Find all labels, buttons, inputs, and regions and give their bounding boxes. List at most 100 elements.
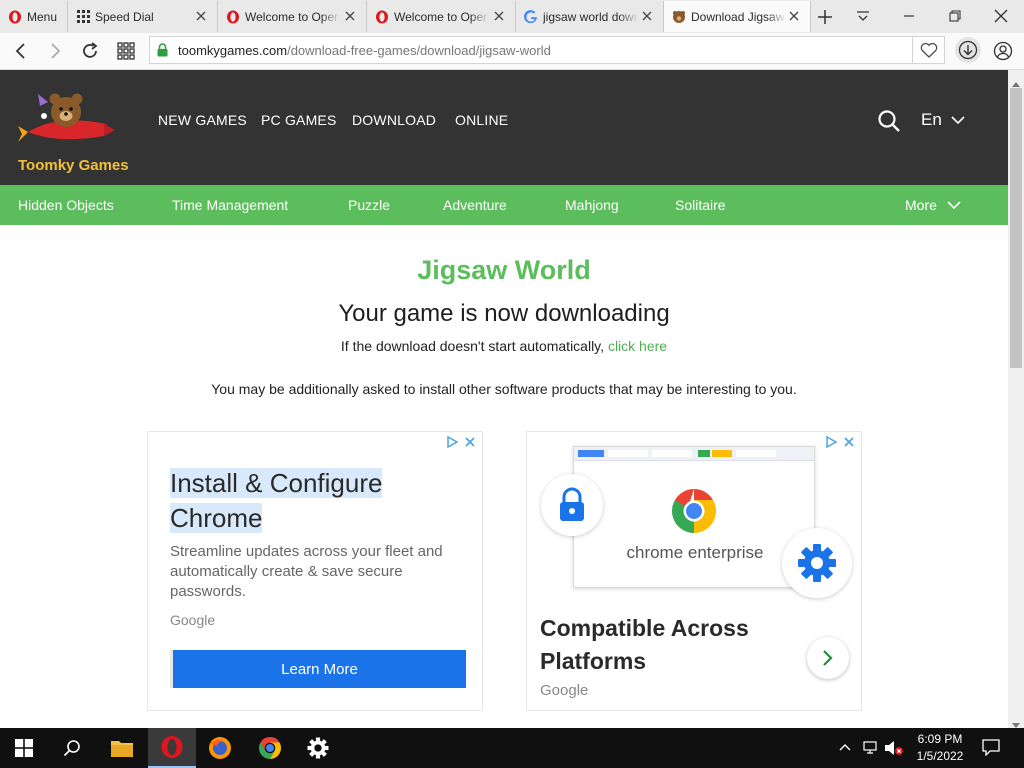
category-adventure[interactable]: Adventure xyxy=(443,197,507,213)
tab-menu-button[interactable] xyxy=(852,6,874,28)
teddy-rocket-logo-icon xyxy=(18,93,115,142)
downloads-button[interactable] xyxy=(955,37,981,63)
speed-dial-button[interactable] xyxy=(114,39,138,63)
category-more[interactable]: More xyxy=(905,197,961,213)
opera-logo-icon xyxy=(375,10,389,24)
ad-choices-icon xyxy=(826,436,837,448)
ad-advertiser: Google xyxy=(540,682,589,699)
minimize-button[interactable] xyxy=(886,0,932,32)
tab-title: Welcome to Opera xyxy=(394,9,489,24)
ad-choices-icon xyxy=(447,436,458,448)
ad-choices[interactable] xyxy=(825,436,855,448)
close-tab-icon[interactable] xyxy=(786,8,802,24)
new-tab-button[interactable] xyxy=(814,6,836,28)
opera-taskbar-button[interactable] xyxy=(148,728,196,768)
search-taskbar-button[interactable] xyxy=(48,728,96,768)
category-time-management[interactable]: Time Management xyxy=(172,197,288,213)
restore-icon xyxy=(949,10,961,22)
forward-arrow-icon xyxy=(51,43,61,59)
ad-title-line2: Chrome xyxy=(170,503,263,533)
show-hidden-icons-button[interactable] xyxy=(838,740,852,759)
file-explorer-button[interactable] xyxy=(98,728,146,768)
speed-dial-icon xyxy=(76,10,90,24)
url-path: /download-free-games/download/jigsaw-wor… xyxy=(287,42,551,58)
back-button[interactable] xyxy=(8,39,32,63)
chrome-logo-icon xyxy=(259,737,281,759)
lock-badge xyxy=(541,474,603,536)
site-search-button[interactable] xyxy=(876,108,902,134)
forward-button[interactable] xyxy=(44,39,68,63)
site-logo[interactable] xyxy=(18,84,128,154)
site-logo-text[interactable]: Toomky Games xyxy=(18,157,129,174)
settings-taskbar-button[interactable] xyxy=(294,728,342,768)
firefox-taskbar-button[interactable] xyxy=(196,728,244,768)
restore-button[interactable] xyxy=(932,0,978,32)
ad-next-button[interactable] xyxy=(807,637,849,679)
account-button[interactable] xyxy=(990,38,1016,64)
gear-icon xyxy=(307,737,329,759)
tab-welcome-opera-1[interactable]: Welcome to Opera xyxy=(218,1,367,32)
notice-text: You may be additionally asked to install… xyxy=(211,381,797,397)
ad-body: Streamline updates across your fleet and… xyxy=(170,543,443,600)
notification-icon xyxy=(982,739,1000,757)
teddy-favicon-icon xyxy=(672,10,686,24)
chrome-taskbar-button[interactable] xyxy=(246,728,294,768)
category-puzzle[interactable]: Puzzle xyxy=(348,197,390,213)
ad-choices[interactable] xyxy=(446,436,476,448)
user-icon xyxy=(993,41,1013,61)
tab-welcome-opera-2[interactable]: Welcome to Opera xyxy=(367,1,516,32)
chevron-down-icon xyxy=(951,115,965,124)
opera-logo-icon xyxy=(161,736,183,758)
chrome-logo-icon xyxy=(670,487,718,540)
network-icon xyxy=(863,741,877,754)
tab-download-jigsaw-world[interactable]: Download Jigsaw World xyxy=(664,1,811,32)
clock[interactable]: 6:09 PM 1/5/2022 xyxy=(910,731,970,765)
ad-chrome-enterprise[interactable]: chrome enterprise Compatible Across Plat… xyxy=(526,431,862,711)
clock-time: 6:09 PM xyxy=(917,732,963,746)
opera-logo-icon xyxy=(226,10,240,24)
download-icon xyxy=(958,40,978,60)
nav-download[interactable]: DOWNLOAD xyxy=(352,112,436,128)
nav-new-games[interactable]: NEW GAMES xyxy=(158,112,247,128)
category-hidden-objects[interactable]: Hidden Objects xyxy=(18,197,114,213)
bookmark-button[interactable] xyxy=(913,36,945,64)
lock-icon xyxy=(157,43,168,57)
chevron-down-icon xyxy=(947,200,961,209)
network-tray-button[interactable] xyxy=(862,740,880,761)
scroll-thumb[interactable] xyxy=(1010,88,1022,368)
close-tab-icon[interactable] xyxy=(639,8,655,24)
volume-tray-button[interactable] xyxy=(884,740,904,761)
category-solitaire[interactable]: Solitaire xyxy=(675,197,726,213)
minimize-icon xyxy=(904,15,914,17)
reload-button[interactable] xyxy=(78,39,102,63)
page-scrollbar[interactable] xyxy=(1008,70,1024,728)
url-domain: toomkygames.com xyxy=(178,42,288,58)
close-tab-icon[interactable] xyxy=(342,8,358,24)
padlock-icon xyxy=(560,487,584,521)
nav-pc-games[interactable]: PC GAMES xyxy=(261,112,337,128)
menu-label: Menu xyxy=(27,9,58,24)
downloading-heading: Your game is now downloading xyxy=(338,300,670,327)
site-header: Toomky Games NEW GAMES PC GAMES DOWNLOAD… xyxy=(0,70,1008,185)
language-selector[interactable]: En xyxy=(921,110,965,130)
opera-menu-button[interactable]: Menu xyxy=(0,1,68,32)
close-window-button[interactable] xyxy=(978,0,1024,32)
action-center-button[interactable] xyxy=(982,738,1000,761)
tab-speed-dial[interactable]: Speed Dial xyxy=(68,1,218,32)
tab-google-search[interactable]: jigsaw world download xyxy=(516,1,664,32)
learn-more-button[interactable]: Learn More xyxy=(170,650,466,688)
category-mahjong[interactable]: Mahjong xyxy=(565,197,619,213)
address-bar[interactable]: toomkygames.com/download-free-games/down… xyxy=(149,36,913,64)
close-tab-icon[interactable] xyxy=(193,8,209,24)
chrome-enterprise-illustration: chrome enterprise xyxy=(573,446,815,588)
grid-icon xyxy=(117,42,135,60)
click-here-link[interactable]: click here xyxy=(608,338,667,354)
start-button[interactable] xyxy=(0,728,48,768)
close-icon xyxy=(994,9,1008,23)
close-tab-icon[interactable] xyxy=(491,8,507,24)
gear-icon xyxy=(798,544,836,582)
ad-install-chrome[interactable]: Install & Configure Chrome Streamline up… xyxy=(147,431,483,711)
nav-online[interactable]: ONLINE xyxy=(455,112,508,128)
heart-icon xyxy=(920,42,937,58)
clock-date: 1/5/2022 xyxy=(916,749,964,763)
